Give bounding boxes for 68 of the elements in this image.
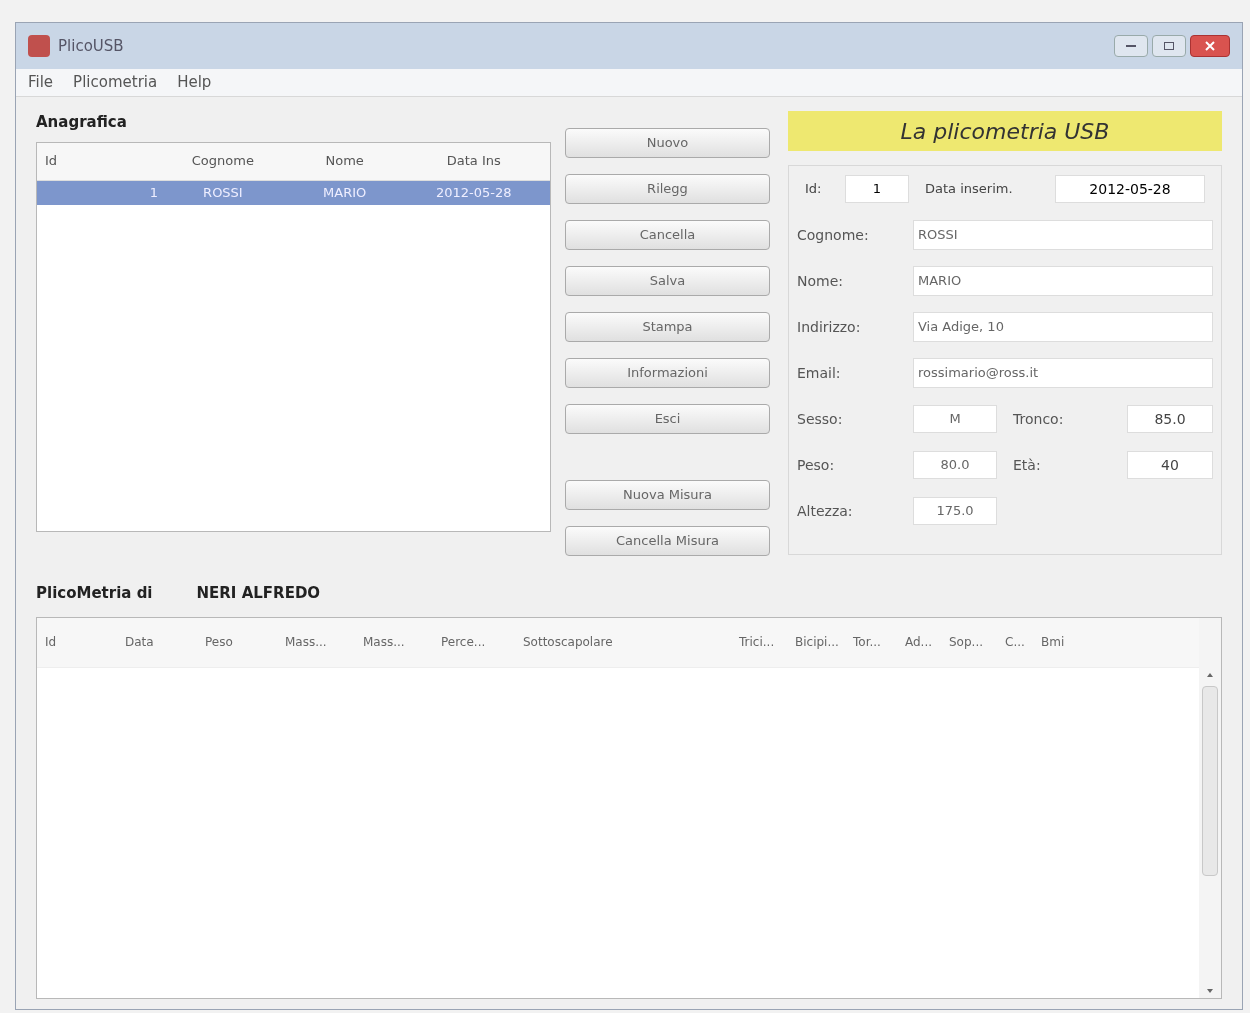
column-header[interactable]: Trici... (739, 633, 795, 651)
text-field[interactable]: Via Adige, 10 (913, 312, 1213, 342)
action-button[interactable]: Esci (565, 404, 770, 434)
table-cell-text: 2012-05-28 (435, 183, 513, 202)
action-button[interactable]: Informazioni (565, 358, 770, 388)
text-field[interactable]: rossimario@ross.it (913, 358, 1213, 388)
field-label: Peso: (797, 455, 836, 475)
menu-item[interactable]: File (24, 71, 58, 94)
text-field[interactable]: 40 (1127, 451, 1213, 479)
field-label: Tronco: (1012, 409, 1065, 429)
column-header[interactable]: Bmi (1041, 633, 1081, 651)
field-label: Id: (804, 180, 823, 199)
section-title: PlicoMetria di (36, 583, 153, 604)
text-field[interactable]: 80.0 (913, 451, 997, 479)
scroll-thumb[interactable] (1202, 685, 1218, 876)
field-label: Email: (797, 363, 842, 383)
column-header[interactable]: Id (45, 633, 125, 651)
text-field[interactable]: 175.0 (913, 497, 997, 525)
action-button[interactable]: Rilegg (565, 174, 770, 204)
field-label: Nome: (797, 271, 844, 291)
column-header[interactable]: Id (45, 151, 162, 171)
scrollbar[interactable] (1199, 617, 1221, 998)
minimize-button[interactable] (1114, 35, 1148, 57)
column-header[interactable]: Nome (283, 151, 406, 171)
text-field[interactable]: 85.0 (1127, 405, 1213, 433)
patient-name: NERI ALFREDO (196, 583, 321, 604)
menu-item[interactable]: Help (173, 71, 216, 94)
action-button[interactable]: Nuovo (565, 128, 770, 158)
column-header[interactable]: Perce... (441, 633, 523, 651)
close-icon (1205, 41, 1215, 51)
maximize-button[interactable] (1152, 35, 1186, 57)
column-header[interactable]: C... (1005, 633, 1041, 651)
text-field[interactable]: ROSSI (913, 220, 1213, 250)
action-button[interactable]: Cancella Misura (565, 526, 770, 556)
close-button[interactable] (1190, 35, 1230, 57)
column-header[interactable]: Sop... (949, 633, 1005, 651)
column-header[interactable]: Mass... (363, 633, 441, 651)
menu-item[interactable]: Plicometria (69, 71, 162, 94)
field-label: Altezza: (797, 501, 854, 521)
column-header[interactable]: Peso (205, 633, 285, 651)
column-header[interactable]: Data (125, 633, 205, 651)
text-field[interactable]: M (913, 405, 997, 433)
text-field[interactable]: MARIO (913, 266, 1213, 296)
table-cell-text: 1 (148, 183, 159, 202)
field-label: Indirizzo: (797, 317, 862, 337)
field-label: Età: (1012, 455, 1042, 475)
column-header[interactable]: Tor... (853, 633, 905, 651)
action-button[interactable]: Salva (565, 266, 770, 296)
action-button[interactable]: Cancella (565, 220, 770, 250)
column-header[interactable]: Cognome (161, 151, 284, 171)
table-cell-text: MARIO (322, 183, 368, 202)
table-cell-text: ROSSI (202, 183, 244, 202)
column-header[interactable]: Ad... (905, 633, 949, 651)
column-header[interactable]: Data Ins (405, 151, 542, 171)
column-header[interactable]: Mass... (285, 633, 363, 651)
window-title: PlicoUSB (58, 35, 124, 57)
column-header[interactable]: Sottoscapolare (523, 633, 739, 651)
action-button[interactable]: Nuova Misura (565, 480, 770, 510)
date-field[interactable]: 2012-05-28 (1055, 175, 1205, 203)
field-label: Data inserim. (924, 180, 1014, 199)
app-icon (28, 35, 50, 57)
id-field[interactable]: 1 (845, 175, 909, 203)
app-banner: La plicometria USB (788, 111, 1222, 151)
section-title: Anagrafica (36, 112, 128, 133)
field-label: Cognome: (797, 225, 870, 245)
field-label: Sesso: (797, 409, 844, 429)
column-header[interactable]: Bicipi... (795, 633, 853, 651)
action-button[interactable]: Stampa (565, 312, 770, 342)
